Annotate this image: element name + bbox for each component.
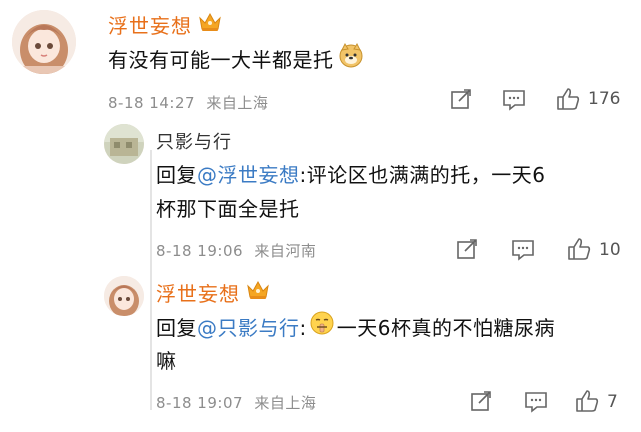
share-icon[interactable] (450, 88, 472, 114)
comment-text: 有没有可能一大半都是托 (108, 48, 334, 72)
avatar[interactable] (12, 10, 76, 74)
thumbs-up-icon[interactable] (555, 86, 581, 116)
share-icon[interactable] (470, 390, 492, 416)
avatar[interactable] (104, 124, 144, 164)
reply-prefix: 回复 (156, 316, 197, 340)
colon: : (299, 316, 307, 340)
shush-emoji (309, 310, 335, 346)
username[interactable]: 浮世妄想 (108, 10, 192, 39)
comment-date: 8-18 14:27 (108, 94, 196, 112)
like-count: 7 (607, 392, 618, 412)
reply-date: 8-18 19:07 (156, 394, 244, 412)
thumbs-up-icon[interactable] (574, 388, 600, 418)
comment-icon[interactable] (524, 391, 548, 417)
username[interactable]: 只影与行 (156, 128, 232, 154)
reply-prefix: 回复 (156, 163, 197, 187)
like-count: 176 (588, 89, 621, 109)
reply-text: 一天6杯真的不怕糖尿病 (336, 316, 555, 340)
comment-icon[interactable] (502, 89, 526, 115)
crown-icon (198, 11, 222, 37)
comment-icon[interactable] (511, 239, 535, 265)
reply-text: 嘛 (156, 349, 177, 373)
username[interactable]: 浮世妄想 (156, 278, 240, 307)
reply-date: 8-18 19:06 (156, 242, 244, 260)
like-count: 10 (599, 240, 621, 260)
mention-link[interactable]: @只影与行 (197, 311, 300, 345)
reply-text: :评论区也满满的托，一天6 (299, 163, 546, 187)
reply-location: 来自河南 (254, 242, 317, 260)
doge-emoji (338, 42, 364, 78)
avatar[interactable] (104, 276, 144, 316)
mention-link[interactable]: @浮世妄想 (197, 163, 300, 187)
reply-location: 来自上海 (254, 394, 317, 412)
thread-line (150, 150, 152, 410)
crown-icon (246, 279, 270, 305)
reply-text: 杯那下面全是托 (156, 197, 300, 221)
share-icon[interactable] (456, 238, 478, 264)
comment-location: 来自上海 (206, 94, 269, 112)
thumbs-up-icon[interactable] (566, 236, 592, 266)
